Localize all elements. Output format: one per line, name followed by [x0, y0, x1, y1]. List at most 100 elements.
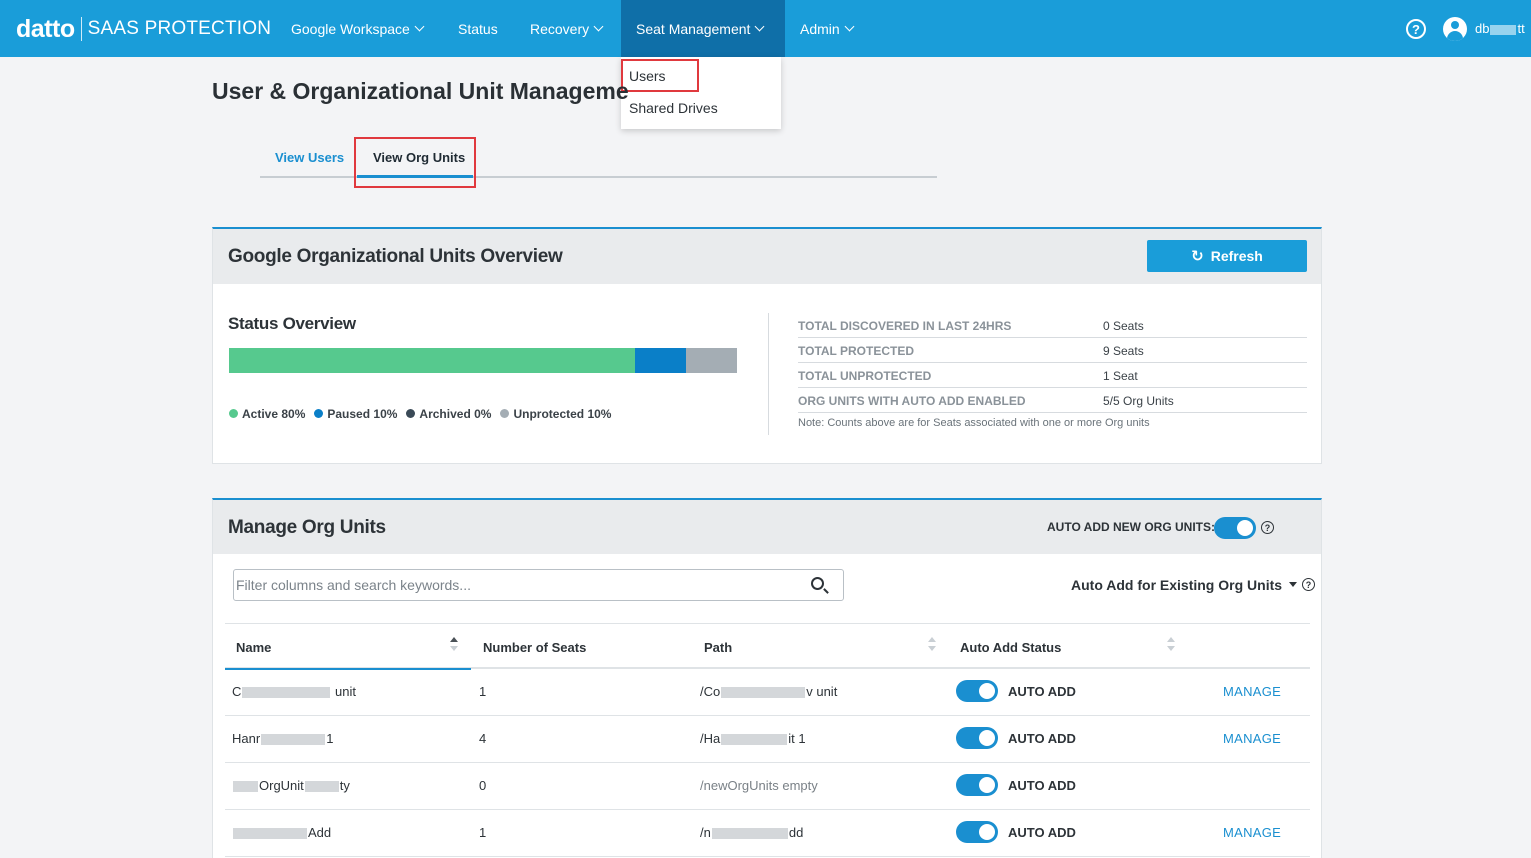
manage-title: Manage Org Units [228, 517, 386, 538]
stat-value: 9 Seats [1103, 344, 1144, 358]
help-icon[interactable]: ? [1406, 19, 1426, 39]
nav-label: Status [458, 20, 498, 37]
auto-add-existing-dropdown[interactable]: Auto Add for Existing Org Units [1071, 577, 1298, 593]
legend-active: Active 80% [229, 407, 305, 421]
nav-label: Seat Management [636, 20, 751, 37]
user-avatar-icon[interactable] [1443, 17, 1467, 41]
refresh-label: Refresh [1210, 248, 1263, 264]
table-row: C unit 1 /Co v unit AUTO ADD MANAGE [225, 669, 1310, 716]
auto-add-toggle[interactable] [956, 727, 998, 749]
cell-seats: 1 [479, 684, 487, 699]
stat-label: TOTAL DISCOVERED IN LAST 24HRS [798, 319, 1012, 333]
cell-seats: 1 [479, 825, 487, 840]
chevron-down-icon [754, 21, 765, 32]
chevron-down-icon [593, 21, 604, 32]
cell-path: /n dd [700, 825, 804, 840]
dropdown-item-shared-drives[interactable]: Shared Drives [629, 100, 718, 116]
nav-label: Recovery [530, 20, 590, 37]
highlight-box-org-units-tab [354, 137, 476, 188]
nav-label: Google Workspace [291, 20, 410, 37]
cell-name: OrgUnit ty [232, 778, 350, 793]
stat-row-auto-add-enabled: ORG UNITS WITH AUTO ADD ENABLED 5/5 Org … [798, 388, 1307, 413]
search-box [233, 569, 844, 601]
stat-value: 0 Seats [1103, 319, 1144, 333]
existing-label: Auto Add for Existing Org Units [1071, 577, 1283, 593]
nav-seat-management[interactable]: Seat Management [621, 0, 785, 57]
auto-add-new-label: AUTO ADD NEW ORG UNITS: [1047, 520, 1215, 534]
tab-view-users[interactable]: View Users [275, 150, 344, 165]
manage-header: Manage Org Units AUTO ADD NEW ORG UNITS:… [213, 500, 1321, 554]
manage-link[interactable]: MANAGE [1223, 825, 1281, 840]
cell-name: Add [232, 825, 331, 840]
search-input[interactable] [236, 572, 796, 598]
column-header-auto-add-status[interactable]: Auto Add Status [960, 640, 1061, 655]
cell-name: Hanr 1 [232, 731, 334, 746]
highlight-box-users [621, 59, 699, 92]
logo-divider [80, 17, 82, 41]
counts-note: Note: Counts above are for Seats associa… [798, 417, 1150, 429]
stat-label: TOTAL UNPROTECTED [798, 369, 932, 383]
column-header-name[interactable]: Name [236, 640, 271, 655]
cell-path: /Ha it 1 [700, 731, 806, 746]
legend-paused: Paused 10% [314, 407, 397, 421]
column-header-path[interactable]: Path [704, 640, 732, 655]
refresh-icon: ↻ [1191, 248, 1204, 265]
auto-add-toggle[interactable] [956, 680, 998, 702]
page-title: User & Organizational Unit Manageme [212, 78, 629, 104]
org-units-overview-panel: Google Organizational Units Overview ↻ R… [212, 227, 1322, 464]
status-bar-segment-paused [635, 348, 687, 373]
cell-name: C unit [232, 684, 356, 699]
auto-add-toggle[interactable] [956, 821, 998, 843]
sort-icon[interactable] [1167, 637, 1175, 653]
status-bar-segment-active [229, 348, 636, 373]
nav-label: Admin [800, 20, 840, 37]
auto-add-new-toggle[interactable] [1214, 517, 1256, 539]
caret-down-icon [1289, 582, 1298, 588]
cell-path: /Co v unit [700, 684, 838, 699]
auto-add-status: AUTO ADD [1008, 825, 1076, 840]
search-icon[interactable] [811, 577, 824, 590]
status-legend: Active 80% Paused 10% Archived 0% Unprot… [229, 407, 611, 421]
refresh-button[interactable]: ↻ Refresh [1147, 240, 1307, 272]
top-nav-bar: datto SAAS PROTECTION Google Workspace S… [0, 0, 1531, 57]
manage-link[interactable]: MANAGE [1223, 731, 1281, 746]
stat-label: TOTAL PROTECTED [798, 344, 915, 358]
question-icon[interactable]: ? [1261, 521, 1274, 534]
question-icon[interactable]: ? [1302, 578, 1315, 591]
sort-icon[interactable] [450, 637, 458, 653]
column-header-seats[interactable]: Number of Seats [483, 640, 586, 655]
status-overview-title: Status Overview [228, 314, 356, 333]
nav-recovery[interactable]: Recovery [515, 0, 617, 57]
overview-title: Google Organizational Units Overview [228, 246, 563, 267]
logo-product-name: SAAS PROTECTION [87, 18, 272, 39]
datto-logo[interactable]: datto SAAS PROTECTION [16, 14, 271, 44]
cell-path: /newOrgUnits empty [700, 778, 818, 793]
stat-value: 5/5 Org Units [1103, 394, 1174, 408]
redacted-text [1490, 24, 1517, 35]
auto-add-status: AUTO ADD [1008, 731, 1076, 746]
manage-link[interactable]: MANAGE [1223, 684, 1281, 699]
manage-org-units-panel: Manage Org Units AUTO ADD NEW ORG UNITS:… [212, 498, 1322, 858]
nav-google-workspace[interactable]: Google Workspace [276, 0, 438, 57]
table-header: Name Number of Seats Path Auto Add Statu… [225, 623, 1310, 670]
stat-row-unprotected: TOTAL UNPROTECTED 1 Seat [798, 363, 1307, 388]
auto-add-toggle[interactable] [956, 774, 998, 796]
nav-status[interactable]: Status [443, 0, 513, 57]
table-row: Add 1 /n dd AUTO ADD MANAGE [225, 810, 1310, 857]
username-prefix: db [1475, 21, 1490, 36]
legend-unprotected: Unprotected 10% [500, 407, 611, 421]
username-suffix: tt [1517, 21, 1525, 36]
sort-icon[interactable] [928, 637, 936, 653]
overview-header: Google Organizational Units Overview ↻ R… [213, 229, 1321, 284]
stat-row-discovered: TOTAL DISCOVERED IN LAST 24HRS 0 Seats [798, 313, 1307, 338]
user-menu[interactable]: db tt [1475, 21, 1525, 36]
chevron-down-icon [414, 21, 425, 32]
stat-label: ORG UNITS WITH AUTO ADD ENABLED [798, 394, 1026, 408]
nav-admin[interactable]: Admin [785, 0, 868, 57]
auto-add-status: AUTO ADD [1008, 778, 1076, 793]
table-row: Hanr 1 4 /Ha it 1 AUTO ADD MANAGE [225, 716, 1310, 763]
stat-value: 1 Seat [1103, 369, 1138, 383]
legend-archived: Archived 0% [406, 407, 491, 421]
chevron-down-icon [844, 21, 855, 32]
auto-add-status: AUTO ADD [1008, 684, 1076, 699]
